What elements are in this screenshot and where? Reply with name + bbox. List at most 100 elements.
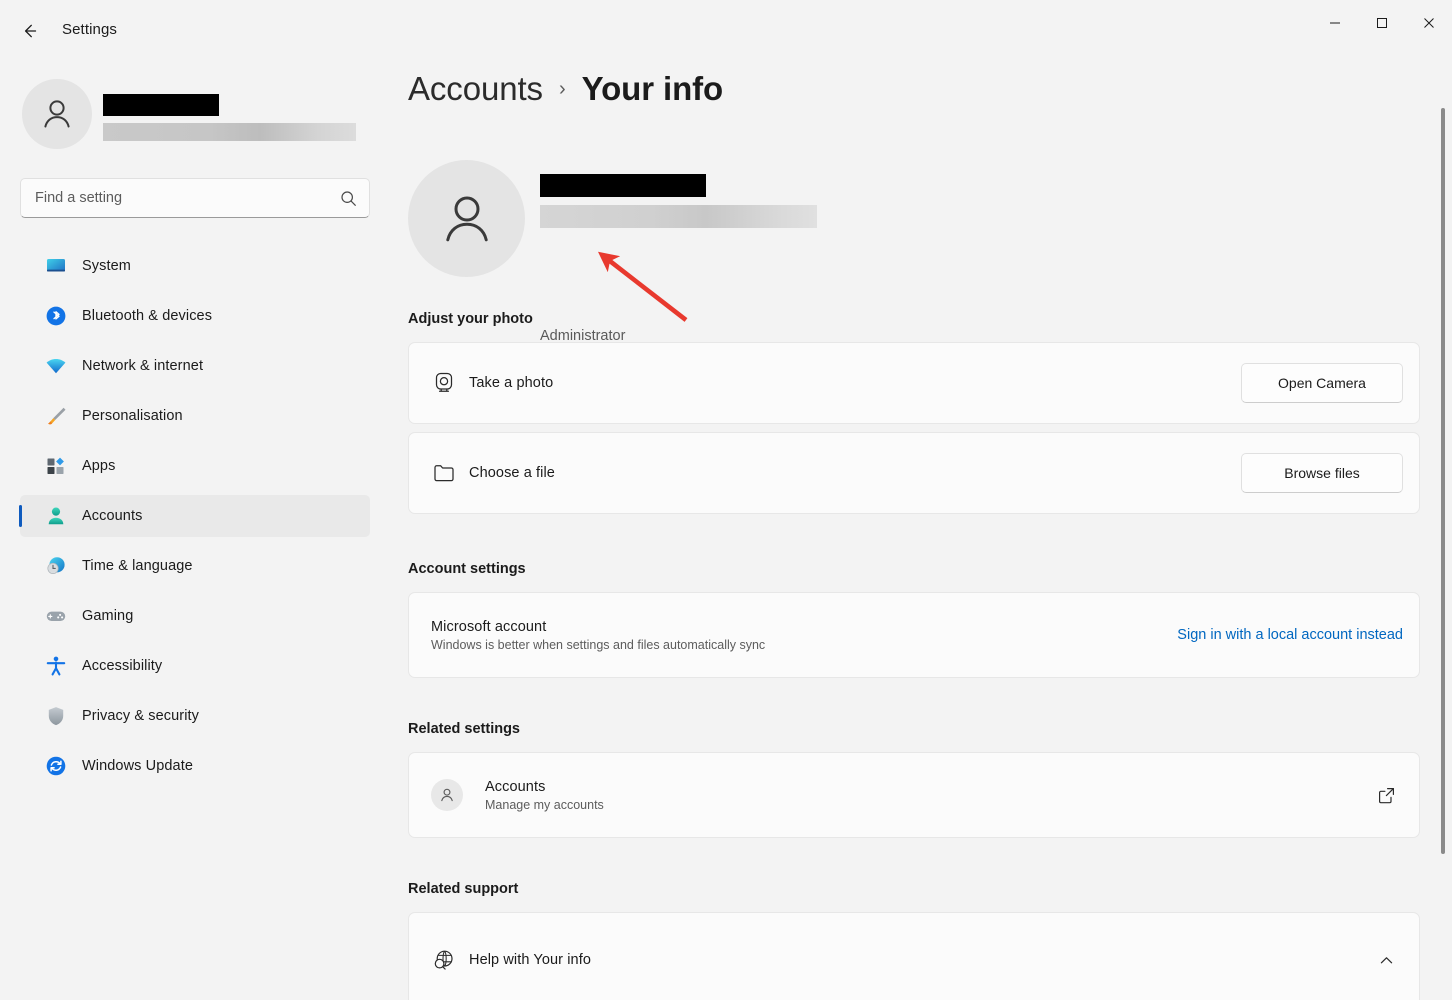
microsoft-account-text: Microsoft account Windows is better when… <box>431 619 1177 652</box>
shield-icon <box>44 704 68 728</box>
account-email-redacted <box>540 205 817 228</box>
row-title: Take a photo <box>469 375 554 391</box>
sidebar-item-label: Windows Update <box>82 758 194 774</box>
external-link-icon[interactable] <box>1369 778 1403 812</box>
account-name-redacted <box>540 174 706 197</box>
take-photo-card: Take a photo Open Camera <box>408 342 1420 424</box>
sidebar-profile[interactable] <box>22 71 362 157</box>
browse-files-button[interactable]: Browse files <box>1241 453 1403 493</box>
breadcrumb: Accounts › Your info <box>408 70 723 108</box>
row-title: Choose a file <box>469 465 555 481</box>
sidebar-item-network-internet[interactable]: Network & internet <box>20 345 370 387</box>
search-container <box>20 178 370 218</box>
avatar <box>408 160 525 277</box>
sidebar-item-system[interactable]: System <box>20 245 370 287</box>
camera-icon <box>431 370 469 396</box>
sidebar-item-label: Privacy & security <box>82 708 200 724</box>
sidebar-item-label: System <box>82 258 131 274</box>
person-avatar-icon <box>44 100 70 128</box>
search-input[interactable] <box>35 190 340 206</box>
sign-in-local-account-link[interactable]: Sign in with a local account instead <box>1177 627 1403 643</box>
open-camera-button[interactable]: Open Camera <box>1241 363 1403 403</box>
search-icon[interactable] <box>340 190 357 207</box>
person-icon <box>44 504 68 528</box>
title-bar: Settings <box>0 0 1452 62</box>
main-content: Accounts › Your info Administrator Adjus… <box>390 62 1452 1000</box>
back-arrow-icon <box>24 24 37 38</box>
section-heading-adjust-photo: Adjust your photo <box>408 311 533 327</box>
row-title: Accounts <box>485 778 546 795</box>
back-button[interactable] <box>12 14 48 48</box>
sidebar-item-label: Time & language <box>82 558 193 574</box>
section-heading-related-support: Related support <box>408 881 519 897</box>
scrollbar-thumb[interactable] <box>1441 108 1445 854</box>
sidebar-nav: System Bluetooth & devices Network & int… <box>19 245 370 795</box>
sidebar-item-label: Personalisation <box>82 408 183 424</box>
related-accounts-card[interactable]: Accounts Manage my accounts <box>408 752 1420 838</box>
section-heading-account-settings: Account settings <box>408 561 526 577</box>
person-chip-icon <box>431 779 463 811</box>
take-photo-text: Take a photo <box>469 374 1241 392</box>
related-accounts-text: Accounts Manage my accounts <box>463 779 1369 812</box>
take-photo-row: Take a photo Open Camera <box>409 343 1419 423</box>
gamepad-icon <box>44 604 68 628</box>
sidebar-item-label: Bluetooth & devices <box>82 308 213 324</box>
sidebar-item-label: Accessibility <box>82 658 163 674</box>
update-refresh-icon <box>44 754 68 778</box>
help-globe-icon <box>431 947 469 973</box>
related-accounts-row: Accounts Manage my accounts <box>409 753 1419 837</box>
window-controls <box>1311 0 1452 46</box>
sidebar-item-time-language[interactable]: Time & language <box>20 545 370 587</box>
apps-grid-icon <box>44 454 68 478</box>
sidebar-item-windows-update[interactable]: Windows Update <box>20 745 370 787</box>
profile-email-redacted <box>103 123 356 141</box>
profile-name-redacted <box>103 94 219 116</box>
choose-file-card: Choose a file Browse files <box>408 432 1420 514</box>
close-icon <box>1423 18 1434 28</box>
sidebar: System Bluetooth & devices <box>0 62 390 1000</box>
maximize-icon <box>1376 18 1387 28</box>
app-title: Settings <box>62 21 117 38</box>
maximize-button[interactable] <box>1358 0 1405 46</box>
section-heading-related-settings: Related settings <box>408 721 520 737</box>
sidebar-item-label: Gaming <box>82 608 134 624</box>
sidebar-item-accessibility[interactable]: Accessibility <box>20 645 370 687</box>
microsoft-account-card: Microsoft account Windows is better when… <box>408 592 1420 678</box>
sidebar-item-bluetooth-devices[interactable]: Bluetooth & devices <box>20 295 370 337</box>
row-subtitle: Windows is better when settings and file… <box>431 637 766 652</box>
page-title: Your info <box>581 70 724 107</box>
minimize-button[interactable] <box>1311 0 1358 46</box>
scrollbar[interactable] <box>1437 64 1449 998</box>
system-monitor-icon <box>44 254 68 278</box>
person-avatar-icon <box>445 196 488 241</box>
sidebar-item-personalisation[interactable]: Personalisation <box>20 395 370 437</box>
sidebar-item-gaming[interactable]: Gaming <box>20 595 370 637</box>
paintbrush-icon <box>44 404 68 428</box>
chevron-up-icon[interactable] <box>1369 943 1403 977</box>
help-with-your-info-text: Help with Your info <box>469 951 1369 969</box>
sidebar-item-label: Accounts <box>82 508 143 524</box>
help-with-your-info-card[interactable]: Help with Your info <box>408 912 1420 1000</box>
avatar <box>22 79 92 149</box>
sidebar-item-accounts[interactable]: Accounts <box>19 495 370 537</box>
help-with-your-info-row: Help with Your info <box>409 913 1419 1000</box>
wifi-icon <box>44 354 68 378</box>
bluetooth-icon <box>44 304 68 328</box>
sidebar-item-label: Apps <box>82 458 116 474</box>
sidebar-item-privacy-security[interactable]: Privacy & security <box>20 695 370 737</box>
minimize-icon <box>1329 22 1340 24</box>
sidebar-item-apps[interactable]: Apps <box>20 445 370 487</box>
search-box[interactable] <box>20 178 370 218</box>
accessibility-person-icon <box>44 654 68 678</box>
breadcrumb-parent[interactable]: Accounts <box>408 70 543 108</box>
choose-file-row: Choose a file Browse files <box>409 433 1419 513</box>
row-title: Microsoft account <box>431 618 547 635</box>
folder-icon <box>431 460 469 486</box>
breadcrumb-separator-icon: › <box>558 77 566 100</box>
close-button[interactable] <box>1405 0 1452 46</box>
settings-window: Settings Find a setting System Bluetooth… <box>0 0 1452 1000</box>
row-title: Help with Your info <box>469 952 592 968</box>
microsoft-account-row: Microsoft account Windows is better when… <box>409 593 1419 677</box>
row-subtitle: Manage my accounts <box>485 797 604 812</box>
choose-file-text: Choose a file <box>469 464 1241 482</box>
